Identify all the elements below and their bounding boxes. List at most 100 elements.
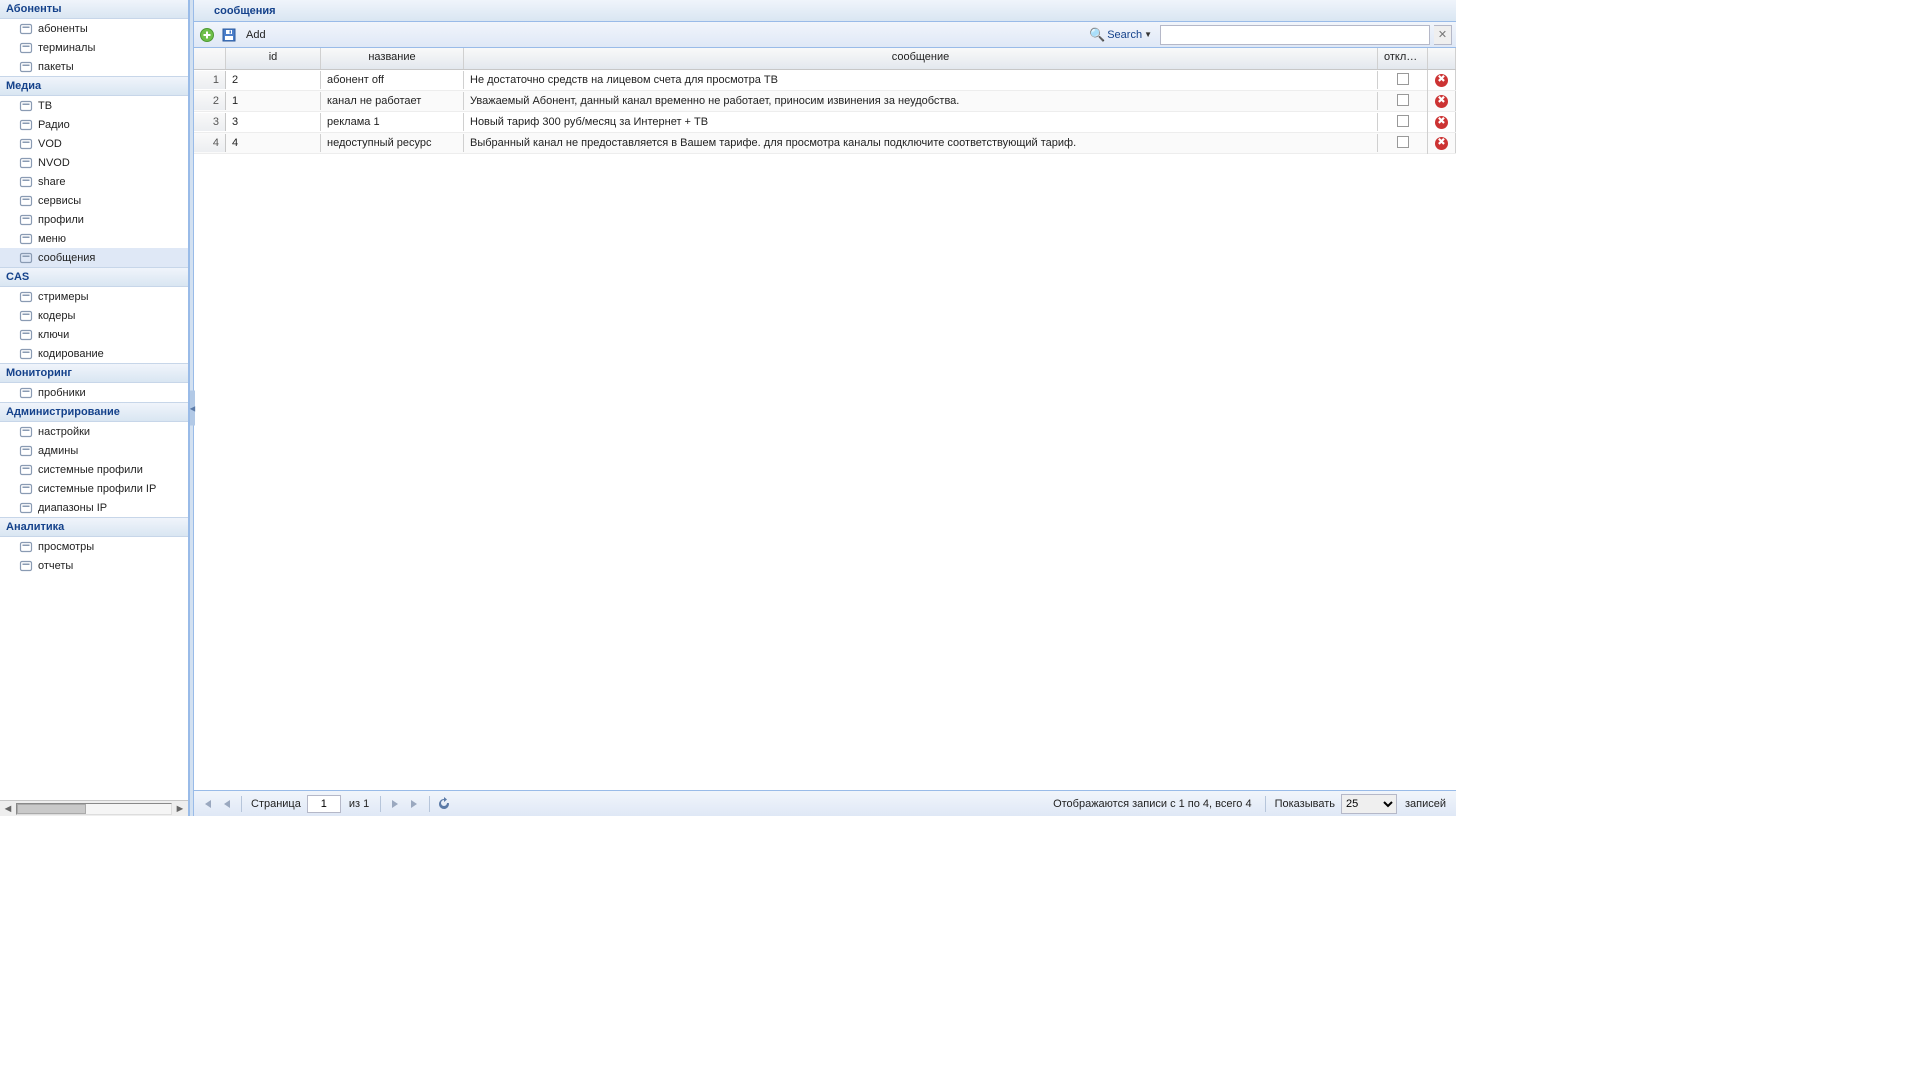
search-input[interactable] — [1160, 25, 1430, 45]
sidebar-item[interactable]: абоненты — [0, 19, 188, 38]
grid-header: id название сообщение отключен — [194, 48, 1456, 70]
checkbox-icon[interactable] — [1397, 73, 1409, 85]
sidebar-item[interactable]: системные профили IP — [0, 479, 188, 498]
pagesize-select[interactable]: 25 — [1341, 794, 1397, 814]
delete-icon[interactable]: ✖ — [1435, 74, 1448, 87]
sidebar-item[interactable]: системные профили — [0, 460, 188, 479]
sidebar-item[interactable]: диапазоны IP — [0, 498, 188, 517]
sidebar-item[interactable]: админы — [0, 441, 188, 460]
sidebar-item[interactable]: пробники — [0, 383, 188, 402]
sidebar-item[interactable]: пакеты — [0, 57, 188, 76]
sidebar-group-header[interactable]: Абоненты — [0, 0, 188, 19]
sidebar-group-header[interactable]: Мониторинг — [0, 363, 188, 383]
checkbox-icon[interactable] — [1397, 115, 1409, 127]
floppy-icon — [222, 28, 236, 42]
add-button[interactable] — [198, 26, 216, 44]
sidebar-item[interactable]: share — [0, 172, 188, 191]
sidebar-item[interactable]: сервисы — [0, 191, 188, 210]
page-next-button[interactable] — [386, 795, 404, 813]
save-button[interactable] — [220, 26, 238, 44]
column-id[interactable]: id — [226, 48, 321, 69]
sidebar-item[interactable]: настройки — [0, 422, 188, 441]
tv-icon — [18, 98, 34, 114]
column-name[interactable]: название — [321, 48, 464, 69]
cell-delete[interactable]: ✖ — [1428, 91, 1456, 111]
search-clear-button[interactable]: ✕ — [1434, 25, 1452, 45]
cell-disabled[interactable] — [1378, 70, 1428, 91]
sidebar-item[interactable]: просмотры — [0, 537, 188, 556]
delete-icon[interactable]: ✖ — [1435, 116, 1448, 129]
page-first-button[interactable] — [198, 795, 216, 813]
sidebar-item[interactable]: кодирование — [0, 344, 188, 363]
cell-id: 3 — [226, 113, 321, 131]
sidebar-item-label: ключи — [38, 329, 69, 341]
search-label-text: Search — [1107, 29, 1142, 41]
sidebar-item[interactable]: VOD — [0, 134, 188, 153]
menu-icon — [18, 231, 34, 247]
scroll-thumb[interactable] — [17, 804, 86, 814]
folder-icon — [18, 59, 34, 75]
star-icon — [18, 193, 34, 209]
page-number-input[interactable] — [307, 795, 341, 813]
grid: id название сообщение отключен 12абонент… — [194, 48, 1456, 790]
sidebar-item[interactable]: NVOD — [0, 153, 188, 172]
sidebar-item[interactable]: стримеры — [0, 287, 188, 306]
users-icon — [18, 21, 34, 37]
search-dropdown-button[interactable]: 🔍 Search ▼ — [1085, 27, 1156, 43]
splitter[interactable]: ◄ — [189, 0, 194, 816]
sidebar-item-label: сервисы — [38, 195, 81, 207]
page-of-label: из 1 — [343, 798, 375, 810]
page-prev-button[interactable] — [218, 795, 236, 813]
column-rownum[interactable] — [194, 48, 226, 69]
column-message[interactable]: сообщение — [464, 48, 1378, 69]
delete-icon[interactable]: ✖ — [1435, 95, 1448, 108]
table-row[interactable]: 21канал не работаетУважаемый Абонент, да… — [194, 91, 1456, 112]
checkbox-icon[interactable] — [1397, 136, 1409, 148]
table-row[interactable]: 33реклама 1Новый тариф 300 руб/месяц за … — [194, 112, 1456, 133]
cell-delete[interactable]: ✖ — [1428, 70, 1456, 90]
cell-disabled[interactable] — [1378, 133, 1428, 154]
vod-icon — [18, 136, 34, 152]
table-row[interactable]: 12абонент offНе достаточно средств на ли… — [194, 70, 1456, 91]
page-title: сообщения — [194, 0, 1456, 22]
column-disabled[interactable]: отключен — [1378, 48, 1428, 69]
table-row[interactable]: 44недоступный ресурсВыбранный канал не п… — [194, 133, 1456, 154]
message-icon — [18, 250, 34, 266]
page-last-button[interactable] — [406, 795, 424, 813]
sidebar-item[interactable]: терминалы — [0, 38, 188, 57]
cell-delete[interactable]: ✖ — [1428, 133, 1456, 153]
scroll-left-icon[interactable]: ◄ — [0, 801, 16, 817]
x-icon: ✕ — [1438, 28, 1447, 41]
sidebar-item[interactable]: сообщения — [0, 248, 188, 267]
pagesize-label: Показывать — [1271, 798, 1339, 810]
refresh-button[interactable] — [435, 795, 453, 813]
sidebar-item[interactable]: ключи — [0, 325, 188, 344]
key-icon — [18, 327, 34, 343]
cell-disabled[interactable] — [1378, 112, 1428, 133]
cell-name: реклама 1 — [321, 113, 464, 131]
sidebar-h-scrollbar[interactable]: ◄ ► — [0, 800, 188, 816]
sidebar-item[interactable]: кодеры — [0, 306, 188, 325]
add-text-button[interactable]: Add — [242, 29, 270, 41]
cell-message: Выбранный канал не предоставляется в Ваш… — [464, 134, 1378, 152]
sidebar-item[interactable]: ТВ — [0, 96, 188, 115]
sidebar-item-label: сообщения — [38, 252, 95, 264]
scroll-right-icon[interactable]: ► — [172, 801, 188, 817]
checkbox-icon[interactable] — [1397, 94, 1409, 106]
cell-disabled[interactable] — [1378, 91, 1428, 112]
sidebar-item[interactable]: профили — [0, 210, 188, 229]
sidebar-group-header[interactable]: Администрирование — [0, 402, 188, 422]
scroll-track[interactable] — [16, 803, 172, 815]
sidebar-item-label: пробники — [38, 387, 86, 399]
sidebar-item[interactable]: меню — [0, 229, 188, 248]
delete-icon[interactable]: ✖ — [1435, 137, 1448, 150]
sidebar-group-header[interactable]: Аналитика — [0, 517, 188, 537]
sidebar-group-header[interactable]: Медиа — [0, 76, 188, 96]
sidebar-item-label: share — [38, 176, 66, 188]
sidebar-item[interactable]: Радио — [0, 115, 188, 134]
sidebar-item[interactable]: отчеты — [0, 556, 188, 575]
splitter-collapse-handle[interactable]: ◄ — [190, 391, 195, 426]
display-info: Отображаются записи с 1 по 4, всего 4 — [1053, 798, 1260, 810]
sidebar-group-header[interactable]: CAS — [0, 267, 188, 287]
cell-delete[interactable]: ✖ — [1428, 112, 1456, 132]
